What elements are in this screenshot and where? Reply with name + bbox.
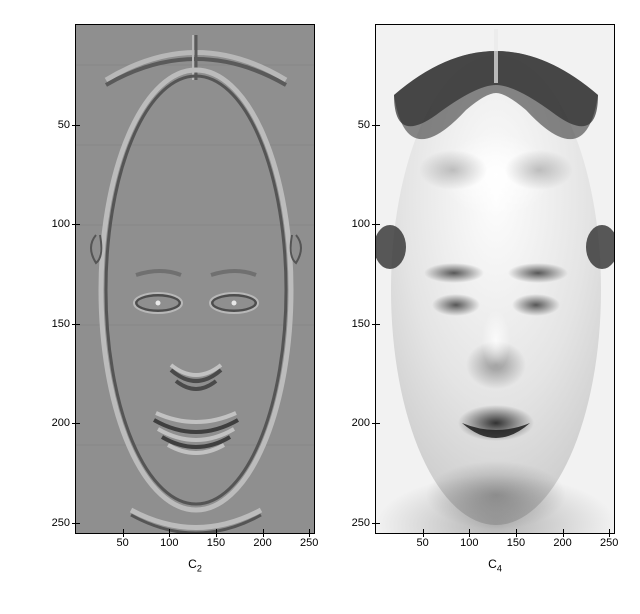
axes-c2: 50 100 150 200 250 50 100 150 200 250 C2 [75,24,315,534]
xlabel-base: C [188,557,197,571]
xlabel-c2: C2 [188,557,202,573]
xlabel-sub: 2 [197,563,202,573]
xlabel-c4: C4 [488,557,502,573]
xlabel-base: C [488,557,497,571]
axes-c4: 50 100 150 200 250 50 100 150 200 250 C4 [375,24,615,534]
image-c4 [376,25,614,533]
image-c2 [76,25,314,533]
xlabel-sub: 4 [497,563,502,573]
figure-canvas: 50 100 150 200 250 50 100 150 200 250 C2 [0,0,640,614]
